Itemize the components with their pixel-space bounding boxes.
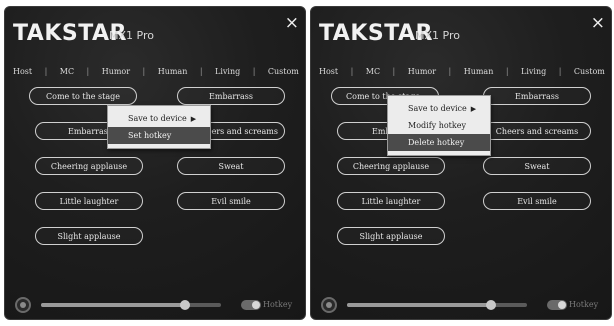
tab-mc[interactable]: MC <box>366 67 380 76</box>
tab-custom[interactable]: Custom <box>574 67 605 76</box>
tab-separator: | <box>142 66 146 76</box>
sound-button-cheering-applause[interactable]: Cheering applause <box>337 157 445 175</box>
hotkey-label: Hotkey <box>569 300 599 309</box>
tab-mc[interactable]: MC <box>60 67 74 76</box>
tab-humor[interactable]: Humor <box>102 67 130 76</box>
menu-item-modify-hotkey[interactable]: Modify hotkey <box>388 117 490 134</box>
left-app-window: TAKSTAR MX1 Pro × Host | MC | Humor | Hu… <box>4 6 306 320</box>
menu-item-set-hotkey[interactable]: Set hotkey <box>108 127 210 144</box>
sound-button-little-laughter[interactable]: Little laughter <box>337 192 445 210</box>
menu-item-save-to-device[interactable]: Save to device ▶ <box>108 110 210 127</box>
model-name: MX1 Pro <box>109 29 154 42</box>
sound-button-cheers-and-screams[interactable]: Cheers and screams <box>483 122 591 140</box>
hotkey-label: Hotkey <box>263 300 293 309</box>
tab-host[interactable]: Host <box>319 67 338 76</box>
menu-item-delete-hotkey[interactable]: Delete hotkey <box>388 134 490 151</box>
tab-human[interactable]: Human <box>158 67 188 76</box>
tab-separator: | <box>86 66 90 76</box>
hotkey-toggle[interactable] <box>547 300 567 310</box>
menu-item-save-to-device[interactable]: Save to device ▶ <box>388 100 490 117</box>
tab-living[interactable]: Living <box>521 67 546 76</box>
volume-slider-thumb[interactable] <box>180 300 190 310</box>
tab-separator: | <box>350 66 354 76</box>
tab-separator: | <box>199 66 203 76</box>
volume-slider-thumb[interactable] <box>486 300 496 310</box>
sound-button-embarrass[interactable]: Embarrass <box>177 87 285 105</box>
power-dot <box>326 302 332 308</box>
volume-slider[interactable] <box>347 300 527 310</box>
sound-button-sweat[interactable]: Sweat <box>483 157 591 175</box>
close-icon[interactable]: × <box>591 15 605 32</box>
tab-separator: | <box>448 66 452 76</box>
sound-button-cheering-applause[interactable]: Cheering applause <box>35 157 143 175</box>
volume-slider[interactable] <box>41 300 221 310</box>
toggle-knob <box>558 301 566 309</box>
tab-separator: | <box>392 66 396 76</box>
category-tabs: Host | MC | Humor | Human | Living | Cus… <box>13 63 299 79</box>
right-app-window: TAKSTAR MX1 Pro × Host | MC | Humor | Hu… <box>310 6 612 320</box>
sound-button-slight-applause[interactable]: Slight applause <box>337 227 445 245</box>
sound-button-embarrass[interactable]: Embarrass <box>483 87 591 105</box>
tab-separator: | <box>44 66 48 76</box>
tab-separator: | <box>558 66 562 76</box>
footer-bar: Hotkey <box>311 293 611 319</box>
submenu-arrow-icon: ▶ <box>190 114 197 123</box>
context-menu: Save to device ▶ Modify hotkey Delete ho… <box>387 95 491 156</box>
power-dot <box>20 302 26 308</box>
tab-separator: | <box>252 66 256 76</box>
sound-button-slight-applause[interactable]: Slight applause <box>35 227 143 245</box>
tab-human[interactable]: Human <box>464 67 494 76</box>
sound-button-evil-smile[interactable]: Evil smile <box>483 192 591 210</box>
model-name: MX1 Pro <box>415 29 460 42</box>
power-icon[interactable] <box>15 297 31 313</box>
close-icon[interactable]: × <box>285 15 299 32</box>
toggle-knob <box>252 301 260 309</box>
context-menu: Save to device ▶ Set hotkey <box>107 105 211 149</box>
sound-button-little-laughter[interactable]: Little laughter <box>35 192 143 210</box>
category-tabs: Host | MC | Humor | Human | Living | Cus… <box>319 63 605 79</box>
footer-bar: Hotkey <box>5 293 305 319</box>
hotkey-toggle[interactable] <box>241 300 261 310</box>
sound-button-come-to-the-stage[interactable]: Come to the stage <box>29 87 137 105</box>
tab-living[interactable]: Living <box>215 67 240 76</box>
menu-item-label: Save to device <box>408 104 467 113</box>
tab-custom[interactable]: Custom <box>268 67 299 76</box>
submenu-arrow-icon: ▶ <box>470 104 477 113</box>
power-icon[interactable] <box>321 297 337 313</box>
menu-item-label: Save to device <box>128 114 187 123</box>
sound-button-evil-smile[interactable]: Evil smile <box>177 192 285 210</box>
volume-slider-fill <box>347 303 491 307</box>
sound-button-sweat[interactable]: Sweat <box>177 157 285 175</box>
volume-slider-fill <box>41 303 185 307</box>
tab-separator: | <box>505 66 509 76</box>
tab-host[interactable]: Host <box>13 67 32 76</box>
tab-humor[interactable]: Humor <box>408 67 436 76</box>
